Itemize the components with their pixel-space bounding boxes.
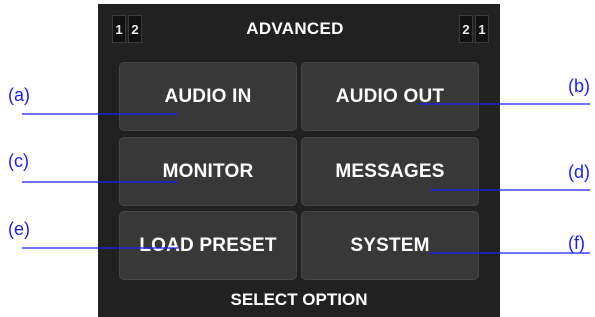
load-preset-button[interactable]: LOAD PRESET — [119, 211, 297, 280]
system-button[interactable]: SYSTEM — [301, 211, 479, 280]
right-indicator-digit: 1 — [475, 15, 489, 43]
messages-button[interactable]: MESSAGES — [301, 137, 479, 206]
left-indicator-digit: 2 — [128, 15, 142, 43]
right-channel-indicator: 2 1 — [459, 15, 491, 43]
callout-label-c: (c) — [8, 151, 29, 171]
page-title: ADVANCED — [246, 19, 344, 38]
monitor-button[interactable]: MONITOR — [119, 137, 297, 206]
callout-label-e: (e) — [8, 219, 30, 239]
callout-label-d: (d) — [568, 162, 590, 182]
footer-prompt: SELECT OPTION — [230, 290, 368, 309]
callout-label-b: (b) — [568, 76, 590, 96]
audio-out-button[interactable]: AUDIO OUT — [301, 62, 479, 131]
audio-in-button[interactable]: AUDIO IN — [119, 62, 297, 131]
left-channel-indicator: 1 2 — [112, 15, 144, 43]
right-indicator-digit: 2 — [459, 15, 473, 43]
callout-label-f: (f) — [568, 233, 585, 253]
callout-label-a: (a) — [8, 85, 30, 105]
left-indicator-digit: 1 — [112, 15, 126, 43]
